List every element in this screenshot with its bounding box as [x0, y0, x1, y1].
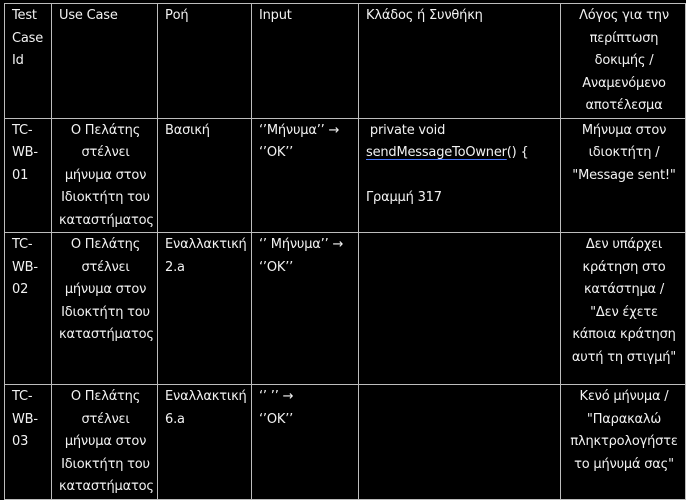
method-name-link[interactable]: sendMessageToOwner [366, 145, 507, 160]
test-case-id-cell: TC- WB- 02 [4, 232, 52, 385]
header-input: Input [251, 3, 359, 119]
table-row: TC- WB- 01 Ο Πελάτης στέλνει μήνυμα στον… [4, 117, 686, 233]
branch-cell: private void sendMessageToOwner() { Γραμ… [358, 117, 561, 233]
input-cell: ‘’ Μήνυμα’’ → ‘’ΟΚ’’ [251, 232, 359, 385]
use-case-cell: Ο Πελάτης στέλνει μήνυμα στον Ιδιοκτήτη … [51, 232, 158, 385]
line-reference: Γραμμή 317 [366, 189, 442, 205]
header-test-case-id: Test Case Id [4, 3, 52, 119]
input-cell: ‘’ ’’ → ‘’ΟΚ’’ [251, 384, 359, 500]
table-header-row: Test Case Id Use Case Ροή Input Κλάδος ή… [4, 3, 686, 119]
header-reason: Λόγος για την περίπτωση δοκιμής / Αναμεν… [560, 3, 686, 119]
flow-cell: Εναλλακτική 2.a [157, 232, 252, 385]
reason-cell: Κενό μήνυμα / "Παρακαλώ πληκτρολογήστε τ… [560, 384, 686, 500]
input-cell: ‘’Μήνυμα’’ → ‘’ΟΚ’’ [251, 117, 359, 233]
flow-cell: Βασική [157, 117, 252, 233]
use-case-cell: Ο Πελάτης στέλνει μήνυμα στον Ιδιοκτήτη … [51, 117, 158, 233]
test-case-id-cell: TC- WB- 01 [4, 117, 52, 233]
header-use-case: Use Case [51, 3, 158, 119]
test-case-id-cell: TC- WB- 03 [4, 384, 52, 500]
branch-cell [358, 384, 561, 500]
reason-cell: Μήνυμα στον ιδιοκτήτη / "Message sent!" [560, 117, 686, 233]
header-branch: Κλάδος ή Συνθήκη [358, 3, 561, 119]
reason-cell: Δεν υπάρχει κράτηση στο κατάστημα / "Δεν… [560, 232, 686, 385]
branch-cell [358, 232, 561, 385]
flow-cell: Εναλλακτική 6.a [157, 384, 252, 500]
method-signature: sendMessageToOwner() { [366, 145, 529, 160]
table-row: TC- WB- 02 Ο Πελάτης στέλνει μήνυμα στον… [4, 232, 686, 385]
table-row: TC- WB- 03 Ο Πελάτης στέλνει μήνυμα στον… [4, 384, 686, 500]
use-case-cell: Ο Πελάτης στέλνει μήνυμα στον Ιδιοκτήτη … [51, 384, 158, 500]
test-case-table: Test Case Id Use Case Ροή Input Κλάδος ή… [4, 3, 686, 500]
header-flow: Ροή [157, 3, 252, 119]
